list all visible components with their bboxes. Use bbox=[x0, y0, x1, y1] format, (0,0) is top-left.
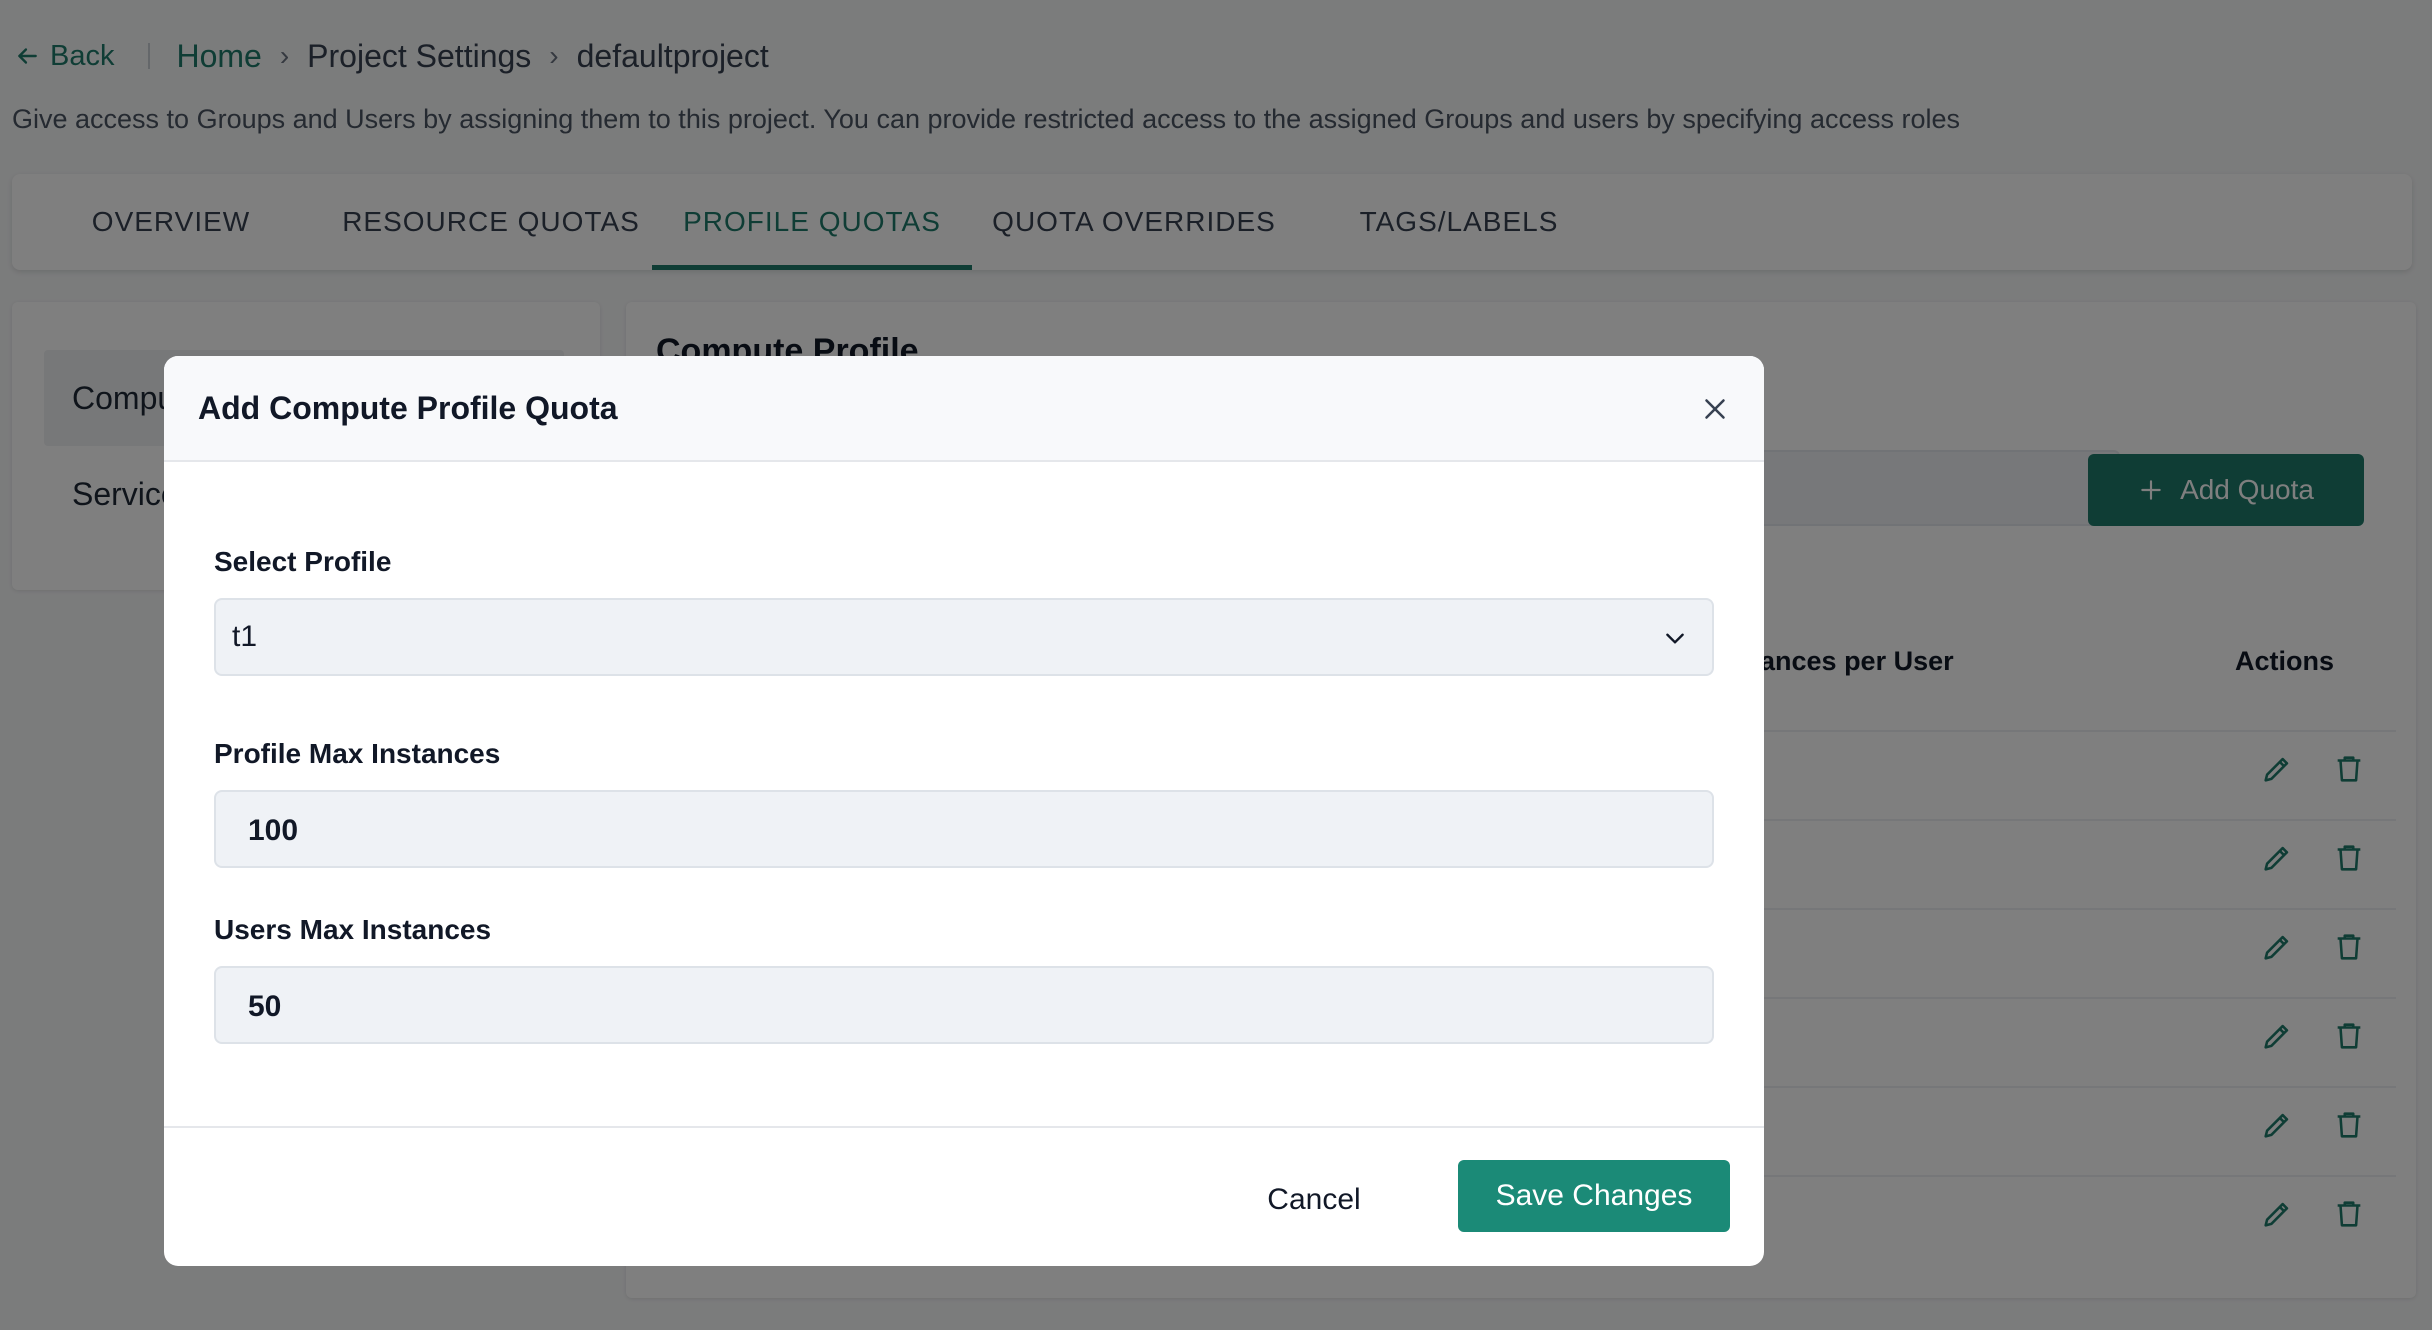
users-max-instances-value: 50 bbox=[248, 990, 282, 1023]
profile-max-instances-input[interactable]: 100 bbox=[214, 790, 1714, 868]
chevron-down-icon bbox=[1666, 633, 1684, 644]
dialog-header: Add Compute Profile Quota bbox=[164, 356, 1764, 462]
dialog-title: Add Compute Profile Quota bbox=[198, 390, 618, 426]
select-profile-value: t1 bbox=[232, 620, 258, 653]
select-profile-dropdown[interactable]: t1 bbox=[214, 598, 1714, 676]
dialog-footer: Cancel Save Changes bbox=[164, 1126, 1764, 1266]
select-profile-label: Select Profile bbox=[214, 546, 392, 577]
add-compute-profile-quota-dialog: Add Compute Profile Quota Select Profile… bbox=[164, 356, 1764, 1266]
close-icon[interactable] bbox=[1698, 392, 1732, 426]
users-max-instances-input[interactable]: 50 bbox=[214, 966, 1714, 1044]
users-max-instances-label: Users Max Instances bbox=[214, 914, 492, 945]
cancel-button[interactable]: Cancel bbox=[1254, 1164, 1374, 1236]
save-changes-button[interactable]: Save Changes bbox=[1458, 1160, 1730, 1232]
profile-max-instances-label: Profile Max Instances bbox=[214, 738, 501, 769]
profile-max-instances-value: 100 bbox=[248, 814, 299, 847]
